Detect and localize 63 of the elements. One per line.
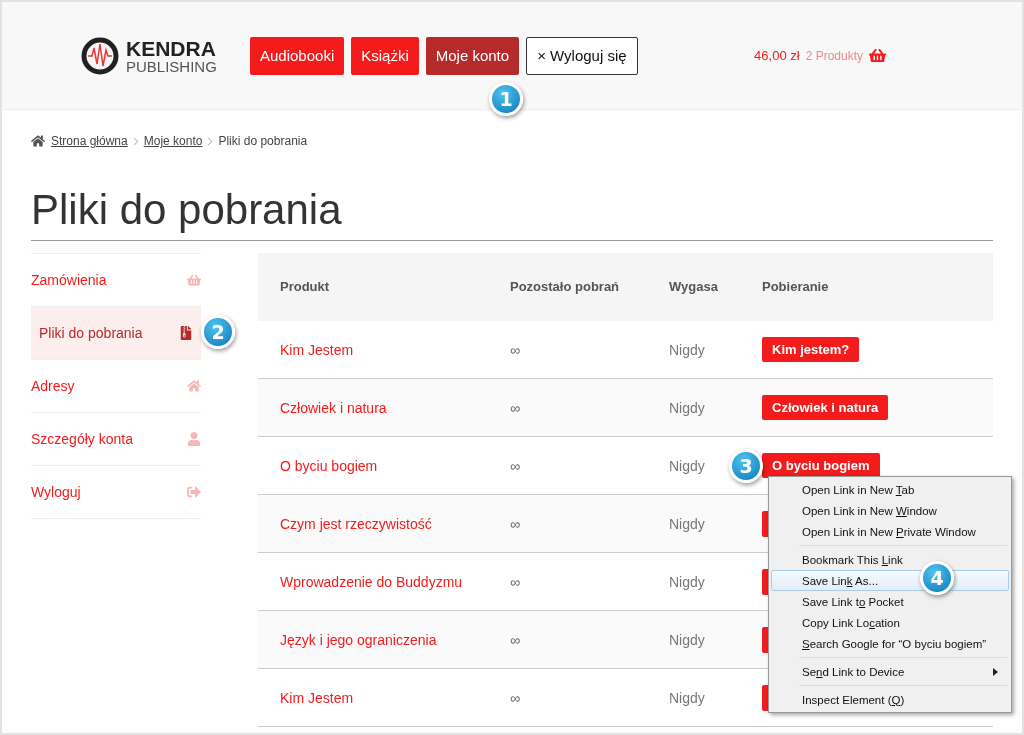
logo-title: KENDRA	[126, 37, 217, 59]
menu-item[interactable]: Open Link in New Tab	[771, 479, 1009, 500]
remaining-cell: ∞	[510, 573, 520, 590]
remaining-cell: ∞	[510, 399, 520, 416]
expires-cell: Nigdy	[669, 631, 705, 648]
sidebar-item[interactable]: Pliki do pobrania	[31, 307, 201, 360]
breadcrumb-current: Pliki do pobrania	[218, 134, 308, 148]
remaining-cell: ∞	[510, 515, 520, 532]
file-icon	[179, 326, 193, 340]
expires-cell: Nigdy	[669, 573, 705, 590]
breadcrumb-link[interactable]: Strona główna	[51, 134, 128, 148]
menu-item[interactable]: Search Google for “O byciu bogiem”	[771, 633, 1009, 654]
home-icon	[187, 379, 201, 393]
product-link[interactable]: Człowiek i natura	[280, 399, 387, 416]
download-button[interactable]: Człowiek i natura	[762, 395, 889, 420]
product-link[interactable]: Wprowadzenie do Buddyzmu	[280, 573, 463, 590]
nav-link[interactable]: Moje konto	[425, 36, 520, 75]
menu-item[interactable]: Copy Link Location	[771, 612, 1009, 633]
remaining-cell: ∞	[510, 341, 520, 358]
chevron-icon	[133, 137, 138, 145]
sidebar-item[interactable]: Wyloguj	[31, 466, 201, 519]
user-icon	[187, 432, 201, 446]
menu-item[interactable]: Open Link in New Window	[771, 500, 1009, 521]
sidebar-item[interactable]: Szczegóły konta	[31, 413, 201, 466]
expires-cell: Nigdy	[669, 689, 705, 706]
remaining-cell: ∞	[510, 689, 520, 706]
menu-item[interactable]: Open Link in New Private Window	[771, 521, 1009, 542]
basket-icon[interactable]	[869, 47, 886, 64]
expires-cell: Nigdy	[669, 515, 705, 532]
download-button[interactable]: O byciu bogiem	[762, 453, 880, 478]
column-header: Wygasa	[669, 279, 719, 294]
download-button[interactable]: Kim jestem?	[762, 337, 860, 362]
product-link[interactable]: Kim Jestem	[280, 341, 354, 358]
cart-count[interactable]: 2 Produkty	[805, 48, 863, 63]
column-header: Pozostało pobrań	[510, 279, 621, 294]
sign-out-icon	[187, 485, 201, 499]
product-link[interactable]: Język i jego ograniczenia	[280, 631, 437, 648]
logo-subtitle: PUBLISHING	[126, 58, 217, 74]
home-icon[interactable]	[31, 134, 45, 148]
remaining-cell: ∞	[510, 457, 520, 474]
menu-item[interactable]: Inspect Element (Q)	[771, 689, 1009, 710]
column-header: Pobieranie	[762, 279, 830, 294]
expires-cell: Nigdy	[669, 457, 705, 474]
product-link[interactable]: Kim Jestem	[280, 689, 354, 706]
product-link[interactable]: Czym jest rzeczywistość	[280, 515, 432, 532]
menu-item[interactable]: Send Link to Device	[771, 661, 1009, 682]
logo-icon	[80, 35, 120, 76]
nav-link[interactable]: Audiobooki	[250, 36, 345, 75]
product-link[interactable]: O byciu bogiem	[280, 457, 378, 474]
page-title: Pliki do pobrania	[31, 186, 993, 241]
nav-link[interactable]: × Wyloguj się	[526, 36, 638, 75]
cart-total[interactable]: 46,00 zł	[754, 48, 800, 63]
remaining-cell: ∞	[510, 631, 520, 648]
nav-link[interactable]: Książki	[351, 36, 419, 75]
column-header: Produkt	[280, 279, 331, 294]
expires-cell: Nigdy	[669, 341, 705, 358]
chevron-icon	[208, 137, 213, 145]
breadcrumb-link[interactable]: Moje konto	[143, 134, 203, 148]
step-badge: 2	[201, 315, 235, 349]
sidebar-item[interactable]: Adresy	[31, 360, 201, 413]
basket-icon	[187, 273, 201, 287]
submenu-arrow-icon	[993, 667, 998, 676]
expires-cell: Nigdy	[669, 399, 705, 416]
